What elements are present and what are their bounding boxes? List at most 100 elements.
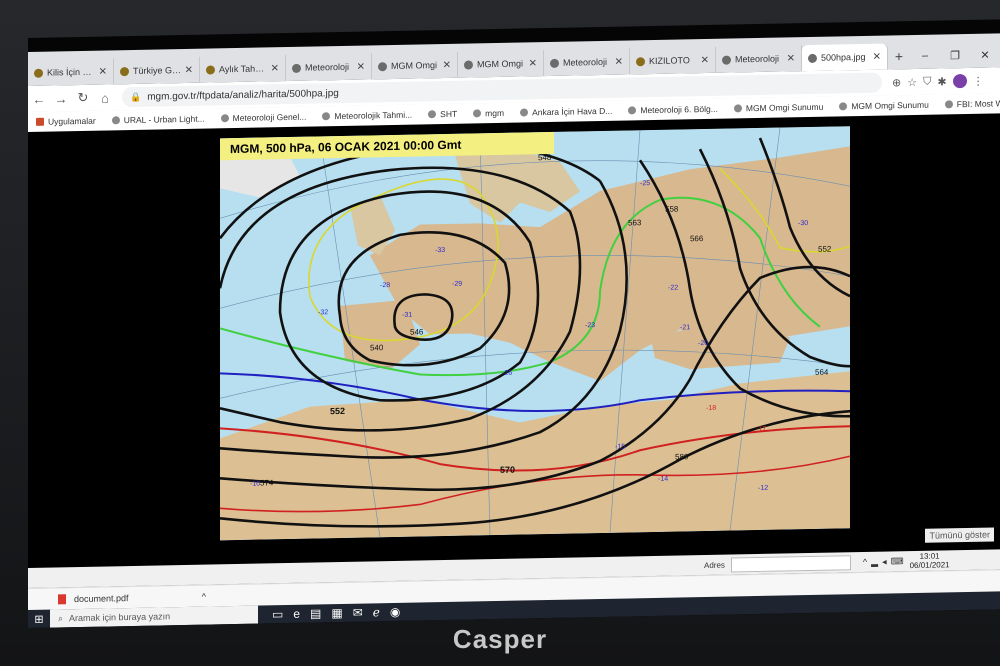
station-temp: -18 bbox=[706, 405, 716, 412]
profile-avatar[interactable] bbox=[952, 73, 967, 89]
close-icon[interactable]: ✕ bbox=[443, 59, 451, 70]
bookmark-omgi-2[interactable]: MGM Omgi Sunumu bbox=[839, 100, 929, 112]
apps-icon bbox=[36, 117, 44, 126]
tab-meteoroloji-2[interactable]: Meteoroloji ✕ bbox=[544, 48, 630, 77]
contour-label: 558 bbox=[665, 205, 679, 214]
minimize-icon[interactable]: – bbox=[910, 49, 940, 62]
new-tab-button[interactable]: + bbox=[888, 43, 910, 69]
bookmark-fbi[interactable]: FBI: Most Wanted: I... bbox=[944, 98, 1000, 110]
bookmark-meteoroloji-genel[interactable]: Meteoroloji Genel... bbox=[220, 112, 306, 124]
globe-icon bbox=[733, 104, 742, 113]
bookmark-apps[interactable]: Uygulamalar bbox=[36, 116, 96, 127]
back-icon[interactable]: ← bbox=[28, 91, 50, 106]
station-temp: -25 bbox=[640, 180, 650, 187]
close-icon[interactable]: ✕ bbox=[615, 56, 623, 67]
shield-icon[interactable]: ⛉ bbox=[923, 75, 931, 88]
menu-icon[interactable]: ⋮ bbox=[973, 74, 984, 87]
tab-meteoroloji-1[interactable]: Meteoroloji ✕ bbox=[286, 53, 372, 82]
map-canvas: 552 570 574 564 558 546 540 552 580 548 … bbox=[220, 126, 850, 541]
close-icon[interactable]: ✕ bbox=[873, 51, 881, 62]
station-temp: -20 bbox=[698, 340, 708, 347]
task-view-icon[interactable]: ▭ bbox=[272, 607, 283, 621]
close-icon[interactable]: ✕ bbox=[787, 53, 795, 64]
tab-turkiye[interactable]: Türkiye Geneli ✕ bbox=[114, 56, 200, 85]
toolbar-icons: ⊕ ☆ ⛉ ✱ ⋮ bbox=[892, 73, 984, 90]
tab-meteoroloji-3[interactable]: Meteoroloji ✕ bbox=[716, 45, 802, 73]
ie-icon[interactable]: ℯ bbox=[373, 605, 380, 619]
window-controls: – ❐ ✕ bbox=[910, 41, 1000, 69]
tab-kiziloto[interactable]: KIZILOTO ✕ bbox=[630, 46, 716, 75]
contour-label: 540 bbox=[370, 343, 384, 352]
station-temp: -14 bbox=[658, 476, 668, 483]
download-item[interactable]: document.pdf ^ bbox=[58, 592, 206, 605]
station-temp: -17 bbox=[756, 426, 766, 433]
monitor-screen: Kilis İçin Hava ✕ Türkiye Geneli ✕ Aylık T… bbox=[28, 19, 1000, 628]
taskbar-clock[interactable]: 13:01 06/01/2021 bbox=[910, 551, 950, 570]
fbi-icon bbox=[944, 100, 953, 109]
mail-icon[interactable]: ✉ bbox=[353, 606, 363, 620]
contour-label: 548 bbox=[538, 153, 552, 162]
bookmark-omgi-1[interactable]: MGM Omgi Sunumu bbox=[733, 102, 823, 114]
address-input[interactable] bbox=[730, 554, 851, 573]
bookmark-mgm[interactable]: mgm bbox=[473, 108, 504, 119]
star-icon[interactable]: ☆ bbox=[907, 75, 917, 88]
image-viewer: 552 570 574 564 558 546 540 552 580 548 … bbox=[28, 113, 1000, 569]
address-label: Adres bbox=[704, 560, 725, 570]
globe-icon bbox=[464, 59, 473, 70]
network-icon[interactable]: ▂ bbox=[871, 556, 878, 567]
station-temp: -28 bbox=[380, 282, 390, 289]
lock-icon: 🔒 bbox=[130, 91, 142, 102]
tab-aylik[interactable]: Aylık Tahmin ✕ bbox=[200, 55, 286, 83]
close-icon[interactable]: ✕ bbox=[529, 58, 537, 69]
volume-icon[interactable]: ◂ bbox=[882, 556, 887, 567]
maximize-icon[interactable]: ❐ bbox=[940, 48, 970, 62]
station-temp: -29 bbox=[452, 281, 462, 288]
close-icon[interactable]: ✕ bbox=[701, 54, 709, 65]
bookmark-ankara[interactable]: Ankara İçin Hava D... bbox=[520, 106, 612, 118]
language-icon[interactable]: ⌨ bbox=[891, 556, 904, 567]
file-explorer-icon[interactable]: ▤ bbox=[310, 606, 321, 620]
chevron-up-icon[interactable]: ^ bbox=[202, 592, 206, 602]
globe-icon bbox=[722, 55, 731, 65]
pdf-icon bbox=[58, 594, 66, 605]
chevron-up-icon[interactable]: ^ bbox=[863, 557, 867, 567]
globe-icon bbox=[428, 110, 437, 119]
contour-label: 570 bbox=[500, 465, 515, 475]
tab-kilis[interactable]: Kilis İçin Hava ✕ bbox=[28, 58, 114, 86]
chrome-icon[interactable]: ◉ bbox=[390, 605, 400, 619]
close-icon[interactable]: ✕ bbox=[357, 61, 365, 72]
close-icon[interactable]: ✕ bbox=[99, 66, 107, 77]
tab-mgm-omgi-2[interactable]: MGM Omgi ✕ bbox=[458, 50, 544, 78]
translate-show-all-button[interactable]: Tümünü göster bbox=[925, 527, 994, 543]
bookmark-ural[interactable]: URAL - Urban Light... bbox=[111, 114, 205, 126]
close-icon[interactable]: ✕ bbox=[185, 64, 193, 75]
tab-500hpa[interactable]: 500hpa.jpg ✕ bbox=[802, 43, 888, 72]
station-temp: -22 bbox=[668, 285, 678, 292]
clock-date: 06/01/2021 bbox=[909, 560, 950, 571]
globe-icon bbox=[322, 112, 331, 121]
mgm-favicon-icon bbox=[206, 64, 215, 75]
station-temp: -30 bbox=[798, 220, 808, 227]
close-window-icon[interactable]: ✕ bbox=[970, 48, 1000, 62]
globe-icon bbox=[378, 61, 387, 71]
contour-label: 564 bbox=[815, 368, 829, 377]
zoom-icon[interactable]: ⊕ bbox=[892, 76, 901, 89]
bookmark-6-bolge[interactable]: Meteoroloji 6. Bölg... bbox=[628, 104, 718, 116]
home-icon[interactable]: ⌂ bbox=[94, 90, 116, 105]
bookmark-icon bbox=[111, 116, 120, 125]
globe-icon bbox=[220, 114, 229, 123]
weather-map-500hpa: 552 570 574 564 558 546 540 552 580 548 … bbox=[220, 126, 850, 541]
station-temp: -10 bbox=[250, 481, 260, 488]
store-icon[interactable]: ▦ bbox=[331, 606, 342, 620]
contour-label: 566 bbox=[690, 234, 704, 243]
station-temp: -26 bbox=[502, 370, 512, 377]
bookmark-meteorolojik-tahmin[interactable]: Meteorolojik Tahmi... bbox=[322, 110, 412, 122]
contour-label: 552 bbox=[330, 406, 345, 416]
bookmark-sht[interactable]: SHT bbox=[428, 109, 457, 120]
reload-icon[interactable]: ↻ bbox=[72, 90, 94, 106]
extensions-icon[interactable]: ✱ bbox=[937, 75, 946, 88]
tab-mgm-omgi-1[interactable]: MGM Omgi ✕ bbox=[372, 51, 458, 80]
close-icon[interactable]: ✕ bbox=[271, 63, 279, 74]
edge-icon[interactable]: e bbox=[293, 607, 300, 621]
forward-icon[interactable]: → bbox=[50, 91, 72, 106]
